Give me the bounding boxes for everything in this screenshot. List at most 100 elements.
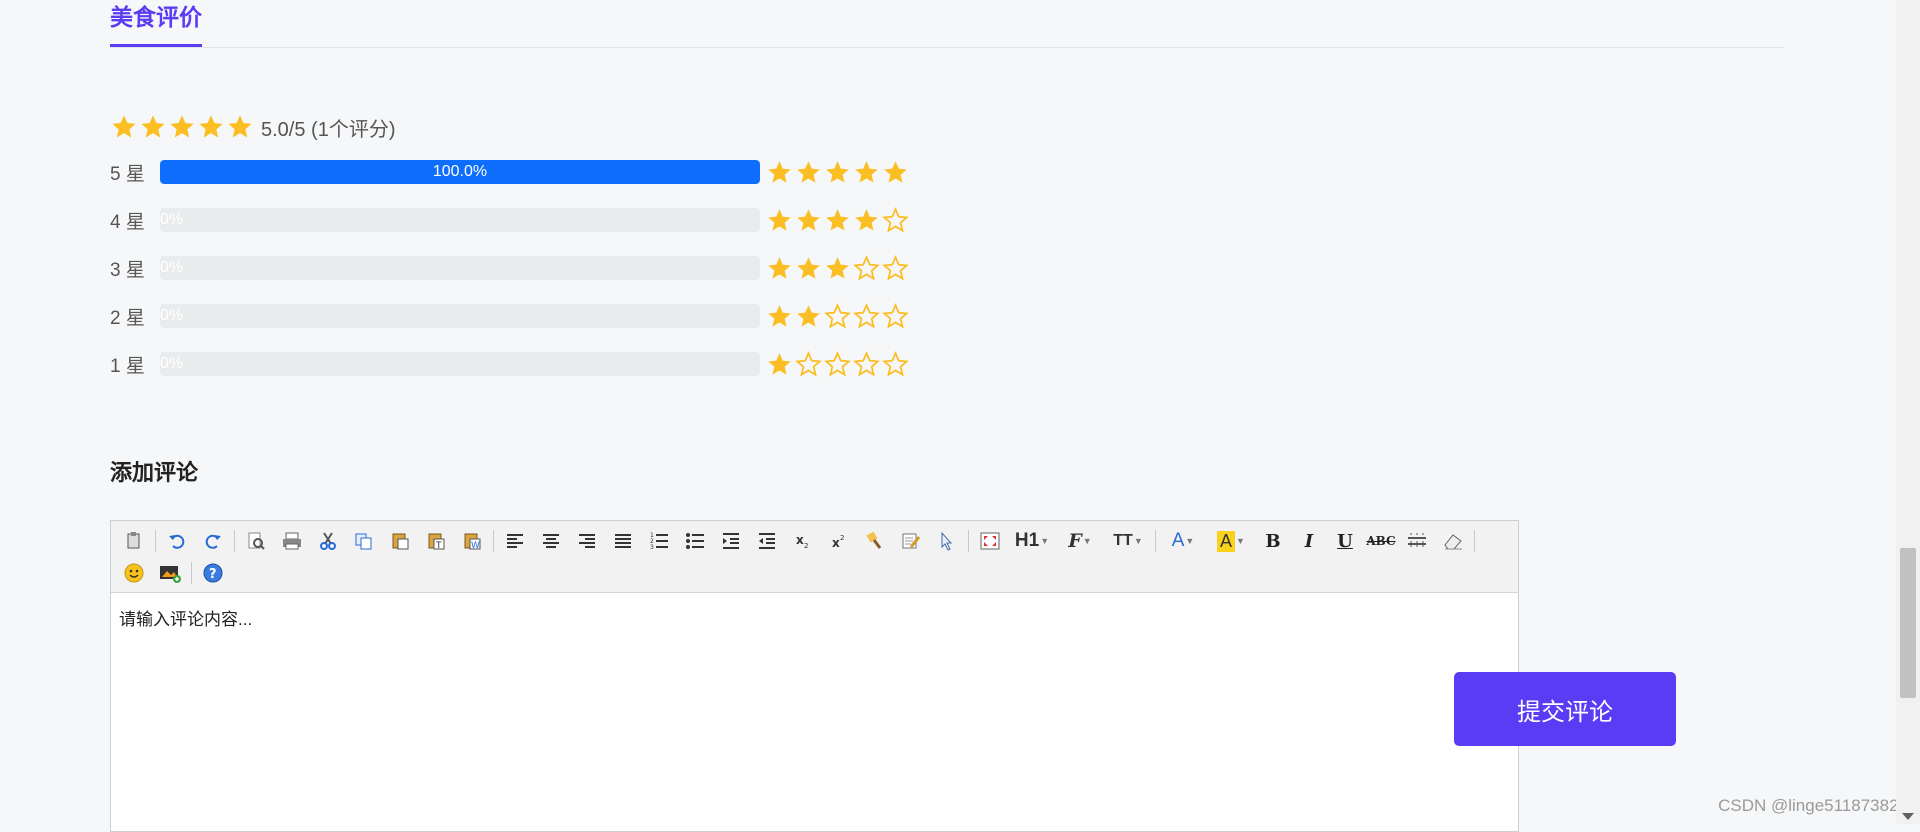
bold-button[interactable]: B	[1258, 527, 1288, 555]
emoji-icon[interactable]	[119, 559, 149, 587]
star-empty-icon	[824, 302, 851, 328]
star-filled-icon	[855, 208, 878, 231]
rating-row-2: 2 星 0%	[110, 302, 911, 330]
chevron-down-icon: ▼	[1185, 536, 1195, 546]
tab-food-review[interactable]: 美食评价	[110, 0, 202, 47]
select-all-icon[interactable]	[932, 527, 962, 555]
align-center-icon[interactable]	[536, 527, 566, 555]
star-empty-icon	[824, 350, 851, 376]
rating-row-3: 3 星 0%	[110, 254, 911, 282]
align-justify-icon[interactable]	[608, 527, 638, 555]
insert-image-icon[interactable]	[155, 559, 185, 587]
star-filled-icon	[112, 115, 136, 138]
font-size-label: TT	[1113, 532, 1133, 549]
toolbar-separator	[493, 530, 494, 552]
subscript-icon[interactable]: x2	[788, 527, 818, 555]
rating-summary-text: 5.0/5 (1个评分)	[261, 118, 396, 141]
star-empty-icon	[882, 254, 909, 280]
horizontal-rule-icon[interactable]	[1402, 527, 1432, 555]
paste-icon[interactable]	[385, 527, 415, 555]
superscript-icon[interactable]: x2	[824, 527, 854, 555]
svg-text:W: W	[471, 541, 480, 551]
comment-textarea[interactable]: 请输入评论内容...	[111, 593, 1518, 642]
strikethrough-button[interactable]: ABC	[1366, 527, 1396, 555]
template-icon[interactable]	[896, 527, 926, 555]
star-filled-icon	[797, 256, 820, 279]
add-comment-heading: 添加评论	[110, 460, 199, 485]
chevron-down-icon: ▼	[1133, 536, 1143, 546]
outdent-icon[interactable]	[752, 527, 782, 555]
chevron-down-icon: ▼	[1082, 536, 1092, 546]
star-empty-icon	[882, 350, 909, 376]
redo-icon[interactable]	[198, 527, 228, 555]
eraser-icon[interactable]	[1438, 527, 1468, 555]
rating-row-label: 3 星	[110, 259, 145, 281]
scrollbar-thumb[interactable]	[1900, 548, 1916, 698]
svg-text:2: 2	[840, 534, 844, 542]
progress-bar: 0%	[160, 352, 760, 376]
progress-bar-text: 0%	[160, 355, 184, 372]
paste-text-icon[interactable]: T	[421, 527, 451, 555]
heading-dropdown[interactable]: H1 ▼	[1011, 527, 1053, 555]
svg-text:x: x	[796, 533, 804, 547]
star-filled-icon	[768, 352, 791, 375]
toolbar-row-1: T W 123 x 2 x 2 H1 ▼ F ▼ TT ▼ A ▼ A ▼ B …	[119, 525, 1510, 557]
font-family-dropdown[interactable]: F ▼	[1059, 527, 1101, 555]
paste-word-icon[interactable]: W	[457, 527, 487, 555]
preview-icon[interactable]	[241, 527, 271, 555]
submit-comment-button[interactable]: 提交评论	[1454, 672, 1676, 746]
unordered-list-icon[interactable]	[680, 527, 710, 555]
ordered-list-icon[interactable]: 123	[644, 527, 674, 555]
copy-icon[interactable]	[349, 527, 379, 555]
font-color-label: A	[1171, 530, 1185, 551]
star-filled-icon	[855, 160, 878, 183]
align-right-icon[interactable]	[572, 527, 602, 555]
cut-icon[interactable]	[313, 527, 343, 555]
source-code-icon[interactable]	[119, 527, 149, 555]
background-color-dropdown[interactable]: A ▼	[1210, 527, 1252, 555]
scroll-down-arrow-icon[interactable]	[1902, 813, 1914, 820]
heading-label: H1	[1014, 530, 1040, 551]
star-empty-icon	[853, 254, 880, 280]
indent-icon[interactable]	[716, 527, 746, 555]
undo-icon[interactable]	[162, 527, 192, 555]
editor-toolbar: T W 123 x 2 x 2 H1 ▼ F ▼ TT ▼ A ▼ A ▼ B …	[111, 521, 1518, 593]
rating-row-label: 2 星	[110, 307, 145, 329]
toolbar-separator	[1155, 530, 1156, 552]
scrollbar[interactable]	[1896, 0, 1920, 824]
fullscreen-icon[interactable]	[975, 527, 1005, 555]
row-stars	[766, 159, 911, 186]
underline-button[interactable]: U	[1330, 527, 1360, 555]
font-size-dropdown[interactable]: TT ▼	[1107, 527, 1149, 555]
watermark: CSDN @linge511873822	[1718, 796, 1908, 815]
svg-text:2: 2	[804, 542, 808, 550]
star-empty-icon	[795, 350, 822, 376]
star-filled-icon	[768, 208, 791, 231]
row-stars	[766, 302, 911, 330]
star-filled-icon	[228, 115, 252, 138]
svg-text:x: x	[832, 536, 840, 550]
toolbar-separator	[234, 530, 235, 552]
rating-row-label: 4 星	[110, 211, 145, 233]
progress-bar: 0%	[160, 304, 760, 328]
toolbar-separator	[1474, 530, 1475, 552]
format-painter-icon[interactable]	[860, 527, 890, 555]
progress-bar-text: 0%	[160, 211, 184, 228]
progress-bar-text: 100.0%	[432, 163, 488, 180]
align-left-icon[interactable]	[500, 527, 530, 555]
rating-row-label: 1 星	[110, 355, 145, 377]
chevron-down-icon: ▼	[1236, 536, 1245, 546]
rating-row-1: 1 星 0%	[110, 350, 911, 378]
star-filled-icon	[797, 304, 820, 327]
tab-bar: 美食评价	[110, 0, 1785, 48]
print-icon[interactable]	[277, 527, 307, 555]
help-icon[interactable]: ?	[198, 559, 228, 587]
row-stars	[766, 254, 911, 282]
font-color-dropdown[interactable]: A ▼	[1162, 527, 1204, 555]
star-filled-icon	[768, 160, 791, 183]
svg-text:3: 3	[650, 544, 654, 550]
toolbar-separator	[968, 530, 969, 552]
italic-button[interactable]: I	[1294, 527, 1324, 555]
rich-text-editor: T W 123 x 2 x 2 H1 ▼ F ▼ TT ▼ A ▼ A ▼ B …	[110, 520, 1519, 832]
star-filled-icon	[141, 115, 165, 138]
